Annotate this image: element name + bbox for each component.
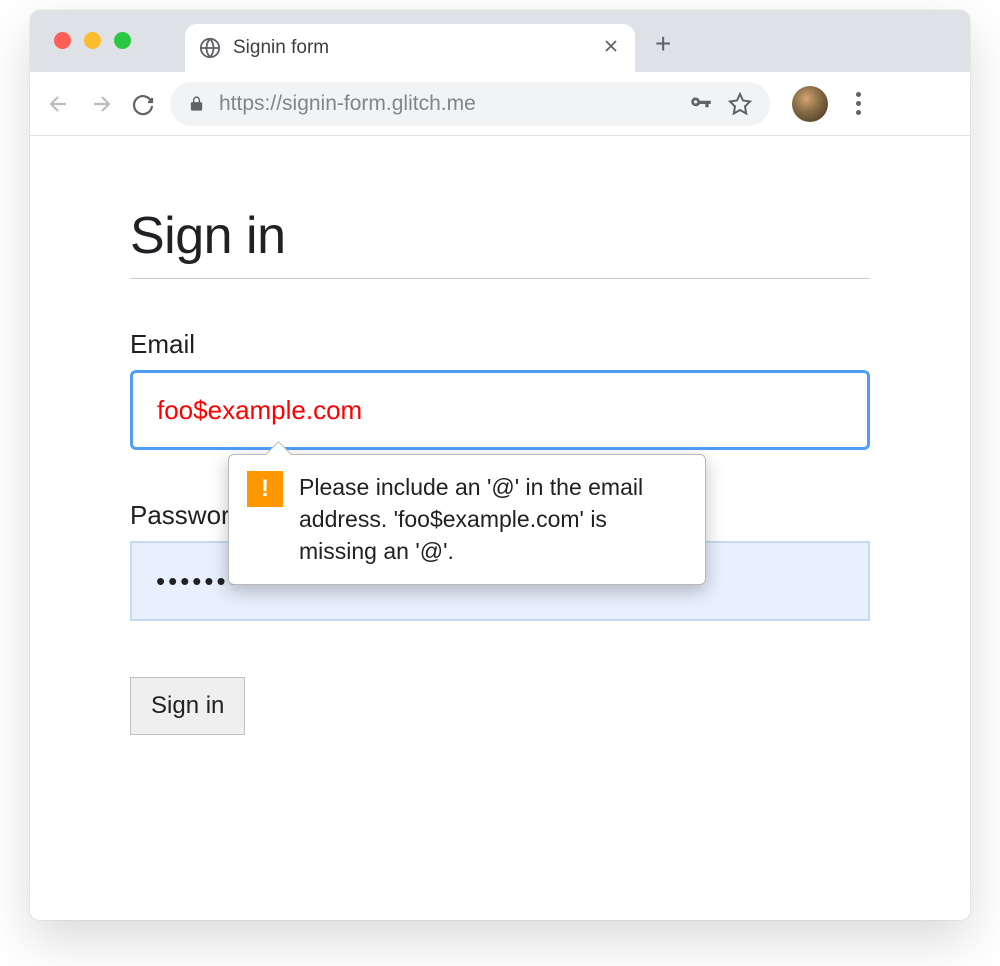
page-title: Sign in — [130, 206, 870, 279]
window-controls — [54, 32, 131, 49]
close-tab-button[interactable] — [601, 36, 621, 60]
browser-menu-button[interactable] — [846, 86, 871, 121]
tab-bar: Signin form + — [30, 10, 970, 72]
warning-icon: ! — [247, 471, 283, 507]
star-icon[interactable] — [728, 92, 752, 116]
email-group: Email ! Please include an '@' in the ema… — [130, 329, 870, 450]
validation-message: Please include an '@' in the email addre… — [299, 471, 687, 568]
email-label: Email — [130, 329, 870, 360]
page-content: Sign in Email ! Please include an '@' in… — [30, 136, 970, 735]
lock-icon — [188, 95, 205, 112]
profile-avatar[interactable] — [792, 86, 828, 122]
close-window-button[interactable] — [54, 32, 71, 49]
browser-window: Signin form + — [30, 10, 970, 920]
forward-button[interactable] — [86, 89, 116, 119]
browser-toolbar: https://signin-form.glitch.me — [30, 72, 970, 136]
address-bar[interactable]: https://signin-form.glitch.me — [170, 82, 770, 126]
globe-icon — [199, 37, 221, 59]
maximize-window-button[interactable] — [114, 32, 131, 49]
reload-button[interactable] — [128, 89, 158, 119]
url-text: https://signin-form.glitch.me — [219, 92, 674, 116]
key-icon[interactable] — [688, 91, 714, 117]
signin-button[interactable]: Sign in — [130, 677, 245, 735]
tab-title: Signin form — [233, 37, 589, 59]
back-button[interactable] — [44, 89, 74, 119]
validation-tooltip: ! Please include an '@' in the email add… — [228, 454, 706, 585]
email-field[interactable] — [130, 370, 870, 450]
minimize-window-button[interactable] — [84, 32, 101, 49]
new-tab-button[interactable]: + — [655, 28, 671, 60]
browser-tab[interactable]: Signin form — [185, 24, 635, 72]
